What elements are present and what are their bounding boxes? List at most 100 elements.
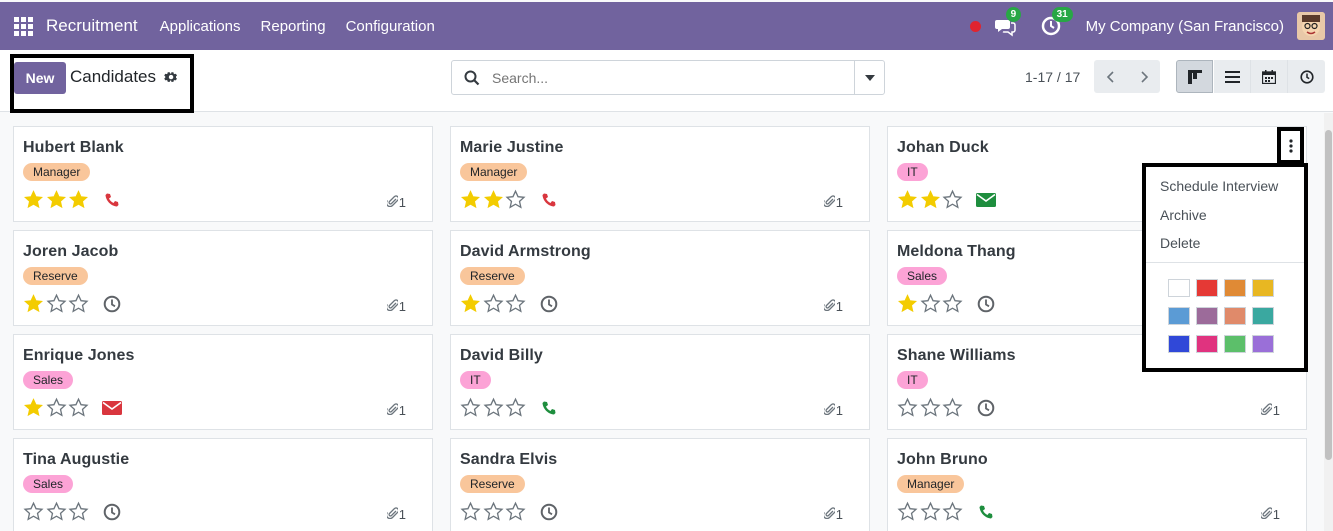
priority-star-icon[interactable] [460, 397, 481, 418]
priority-star-icon[interactable] [23, 293, 44, 314]
priority-star-icon[interactable] [919, 501, 941, 522]
clock-icon[interactable] [976, 398, 996, 418]
phone-green-icon[interactable] [539, 398, 559, 418]
priority-star-icon[interactable] [483, 189, 504, 210]
priority-star-icon[interactable] [23, 501, 44, 522]
priority-star-icon[interactable] [68, 189, 89, 210]
pager-value[interactable]: 1-17 / 17 [1025, 69, 1080, 85]
priority-star-icon[interactable] [942, 293, 963, 314]
priority-star-icon[interactable] [460, 293, 481, 314]
activity-clock-icon[interactable]: 31 [1040, 7, 1073, 37]
color-swatch[interactable] [1252, 335, 1274, 353]
priority-star-icon[interactable] [897, 501, 918, 522]
priority-star-icon[interactable] [68, 397, 89, 418]
priority-star-icon[interactable] [45, 397, 67, 418]
color-swatch[interactable] [1168, 335, 1190, 353]
list-view-button[interactable] [1214, 60, 1251, 93]
attachment-count[interactable]: 1 [822, 506, 843, 522]
attachment-count[interactable]: 1 [385, 194, 406, 210]
kanban-view-button[interactable] [1176, 60, 1213, 93]
color-swatch[interactable] [1196, 335, 1218, 353]
phone-red-icon[interactable] [539, 190, 559, 210]
priority-star-icon[interactable] [897, 189, 918, 210]
color-swatch[interactable] [1168, 307, 1190, 325]
delete-item[interactable]: Delete [1160, 235, 1200, 251]
scrollbar-thumb[interactable] [1325, 130, 1332, 460]
attachment-count[interactable]: 1 [1259, 506, 1280, 522]
priority-star-icon[interactable] [482, 293, 504, 314]
user-avatar[interactable] [1297, 12, 1325, 40]
priority-star-icon[interactable] [897, 397, 918, 418]
priority-star-icon[interactable] [505, 293, 526, 314]
apps-menu-icon[interactable] [0, 2, 46, 50]
color-swatch[interactable] [1224, 335, 1246, 353]
attachment-count[interactable]: 1 [385, 402, 406, 418]
candidate-card[interactable]: Joren Jacob Reserve 1 [13, 230, 433, 326]
color-swatch[interactable] [1224, 307, 1246, 325]
priority-star-icon[interactable] [46, 189, 67, 210]
attachment-count[interactable]: 1 [1259, 402, 1280, 418]
attachment-count[interactable]: 1 [822, 402, 843, 418]
candidate-card[interactable]: David Armstrong Reserve 1 [450, 230, 870, 326]
color-swatch[interactable] [1252, 279, 1274, 297]
activity-view-button[interactable] [1288, 60, 1325, 93]
candidate-card[interactable]: Tina Augustie Sales 1 [13, 438, 433, 531]
priority-star-icon[interactable] [942, 501, 963, 522]
priority-star-icon[interactable] [460, 189, 481, 210]
schedule-interview-item[interactable]: Schedule Interview [1160, 178, 1278, 194]
gear-icon[interactable] [164, 70, 178, 84]
phone-green-icon[interactable] [976, 502, 996, 522]
pager-next-button[interactable] [1127, 60, 1160, 93]
priority-star-icon[interactable] [897, 293, 918, 314]
envelope-green-icon[interactable] [975, 190, 996, 210]
priority-star-icon[interactable] [942, 189, 963, 210]
attachment-count[interactable]: 1 [385, 506, 406, 522]
phone-red-icon[interactable] [102, 190, 122, 210]
color-swatch[interactable] [1224, 279, 1246, 297]
priority-star-icon[interactable] [45, 501, 67, 522]
record-indicator-icon[interactable] [969, 20, 981, 32]
menu-reporting[interactable]: Reporting [261, 18, 326, 35]
priority-star-icon[interactable] [920, 189, 941, 210]
clock-icon[interactable] [976, 294, 996, 314]
attachment-count[interactable]: 1 [822, 194, 843, 210]
card-menu-kebab-icon[interactable] [1277, 127, 1304, 164]
priority-star-icon[interactable] [482, 397, 504, 418]
color-swatch[interactable] [1196, 279, 1218, 297]
attachment-count[interactable]: 1 [822, 298, 843, 314]
priority-star-icon[interactable] [23, 189, 44, 210]
search-options-toggle[interactable] [854, 61, 884, 94]
attachment-count[interactable]: 1 [385, 298, 406, 314]
search-input[interactable] [492, 61, 854, 94]
color-swatch[interactable] [1196, 307, 1218, 325]
priority-star-icon[interactable] [919, 293, 941, 314]
priority-star-icon[interactable] [919, 397, 941, 418]
color-swatch[interactable] [1168, 279, 1190, 297]
envelope-red-icon[interactable] [101, 398, 122, 418]
candidate-card[interactable]: Hubert Blank Manager 1 [13, 126, 433, 222]
candidate-card[interactable]: John Bruno Manager 1 [887, 438, 1307, 531]
search-icon[interactable] [452, 70, 492, 86]
priority-star-icon[interactable] [68, 293, 89, 314]
priority-star-icon[interactable] [23, 397, 44, 418]
priority-star-icon[interactable] [68, 501, 89, 522]
candidate-card[interactable]: Marie Justine Manager 1 [450, 126, 870, 222]
candidate-card[interactable]: Enrique Jones Sales 1 [13, 334, 433, 430]
menu-applications[interactable]: Applications [160, 18, 241, 35]
priority-star-icon[interactable] [45, 293, 67, 314]
priority-star-icon[interactable] [460, 501, 481, 522]
messaging-icon[interactable]: 9 [994, 7, 1022, 37]
calendar-view-button[interactable] [1251, 60, 1288, 93]
pager-previous-button[interactable] [1094, 60, 1127, 93]
color-swatch[interactable] [1252, 307, 1274, 325]
candidate-card[interactable]: Sandra Elvis Reserve 1 [450, 438, 870, 531]
priority-star-icon[interactable] [482, 501, 504, 522]
company-switcher[interactable]: My Company (San Francisco) [1086, 18, 1284, 35]
clock-icon[interactable] [102, 294, 122, 314]
menu-configuration[interactable]: Configuration [346, 18, 435, 35]
priority-star-icon[interactable] [942, 397, 963, 418]
new-button[interactable]: New [14, 62, 66, 94]
clock-icon[interactable] [539, 502, 559, 522]
candidate-card[interactable]: David Billy IT 1 [450, 334, 870, 430]
app-title[interactable]: Recruitment [46, 16, 138, 36]
